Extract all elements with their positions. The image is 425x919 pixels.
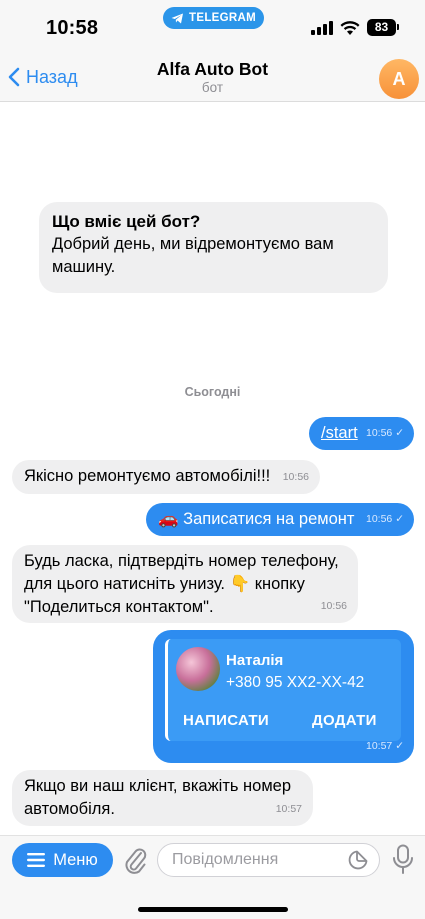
- telegram-pill-label: TELEGRAM: [189, 12, 256, 24]
- telegram-pill[interactable]: TELEGRAM: [163, 7, 264, 29]
- home-indicator: [138, 907, 288, 912]
- message-text: Якісно ремонтуємо автомобілі!!!: [24, 467, 271, 485]
- intro-text: Добрий день, ми відремонтуємо вам машину…: [52, 235, 334, 276]
- contact-message[interactable]: Наталія +380 95 XX2-XX-42 НАПИСАТИ ДОДАТ…: [153, 630, 414, 763]
- contact-phone: +380 95 XX2-XX-42: [226, 674, 365, 691]
- microphone-icon[interactable]: [392, 844, 414, 876]
- command-link[interactable]: /start: [321, 424, 358, 442]
- message-input[interactable]: [157, 843, 380, 877]
- signal-icon: [311, 21, 333, 35]
- battery-tip: [397, 24, 399, 30]
- message-text: 🚗 Записатися на ремонт: [158, 510, 355, 528]
- message-text: Будь ласка, підтвердіть номер телефону, …: [24, 552, 339, 616]
- contact-photo: [176, 647, 220, 691]
- message-time: 10:56 ✓: [366, 513, 404, 525]
- message-in[interactable]: Якщо ви наш клієнт, вкажіть номер автомо…: [12, 770, 313, 826]
- date-separator: Сьогодні: [184, 385, 241, 399]
- message-time: 10:56 ✓: [366, 427, 404, 439]
- bot-intro-card: Що вміє цей бот? Добрий день, ми відремо…: [39, 202, 388, 293]
- status-time: 10:58: [46, 17, 99, 39]
- message-time: 10:57 ✓: [366, 740, 404, 752]
- battery-icon: 83: [367, 19, 396, 36]
- message-in[interactable]: Якісно ремонтуємо автомобілі!!! 10:56: [12, 460, 320, 494]
- contact-name: Наталія: [226, 652, 284, 669]
- status-bar: 10:58 TELEGRAM 83: [0, 0, 425, 52]
- add-contact-button[interactable]: ДОДАТИ: [312, 709, 377, 732]
- message-out[interactable]: 🚗 Записатися на ремонт 10:56 ✓: [146, 503, 414, 536]
- wifi-icon: [340, 21, 360, 35]
- chat-title[interactable]: Alfa Auto Bot: [0, 59, 425, 80]
- message-time: 10:57: [275, 803, 302, 815]
- write-contact-button[interactable]: НАПИСАТИ: [183, 709, 269, 732]
- contact-card[interactable]: Наталія +380 95 XX2-XX-42 НАПИСАТИ ДОДАТ…: [165, 639, 401, 741]
- message-out[interactable]: /start 10:56 ✓: [309, 417, 414, 450]
- paperclip-icon[interactable]: [122, 845, 148, 875]
- hamburger-icon: [27, 853, 46, 867]
- chat-subtitle: бот: [201, 80, 224, 95]
- input-bar: Меню: [0, 835, 425, 919]
- chat-area[interactable]: Що вміє цей бот? Добрий день, ми відремо…: [0, 102, 425, 835]
- chat-header: Назад Alfa Auto Bot бот A: [0, 52, 425, 102]
- sticker-icon[interactable]: [348, 850, 368, 870]
- message-in[interactable]: Будь ласка, підтвердіть номер телефону, …: [12, 545, 358, 623]
- intro-title: Що вміє цей бот?: [52, 212, 201, 231]
- message-time: 10:56: [320, 600, 347, 612]
- avatar[interactable]: A: [379, 59, 419, 99]
- message-time: 10:56: [282, 471, 309, 483]
- menu-button[interactable]: Меню: [12, 843, 113, 877]
- telegram-icon: [171, 13, 184, 23]
- message-text: Якщо ви наш клієнт, вкажіть номер автомо…: [24, 777, 292, 818]
- menu-label: Меню: [53, 850, 98, 869]
